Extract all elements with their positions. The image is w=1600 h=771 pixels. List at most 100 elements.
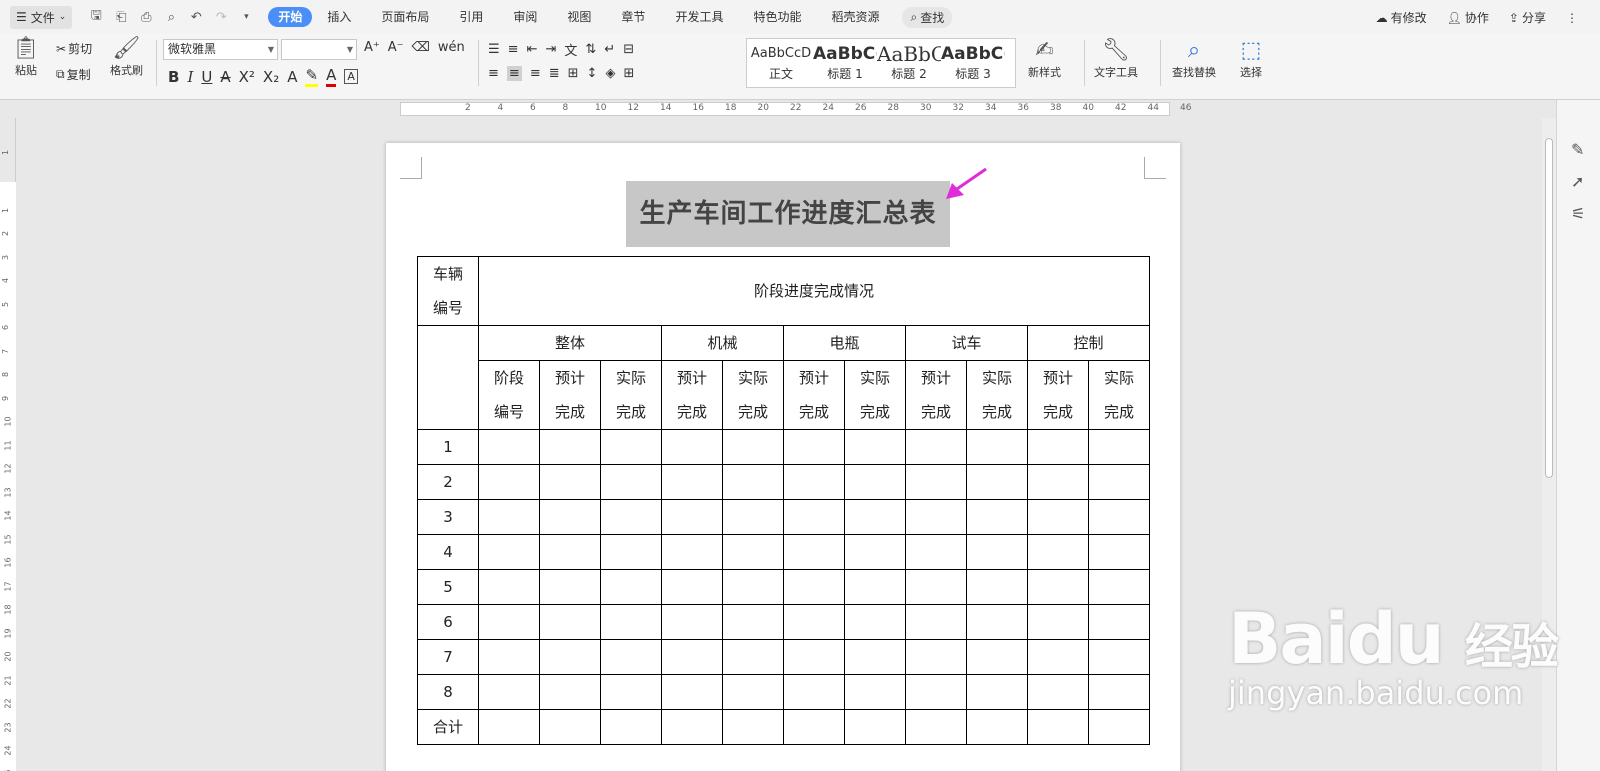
document-page[interactable]: 生产车间工作进度汇总表 车辆 编号 阶段进度完成情况 整体 机械 电瓶 试车 控制…	[386, 143, 1180, 771]
table-ruler-icon[interactable]: ⊟	[623, 42, 634, 57]
table-cell[interactable]	[783, 429, 845, 465]
show-marks-icon[interactable]: ↵	[604, 42, 615, 57]
cursor-icon[interactable]: ➚	[1571, 172, 1584, 191]
group-header[interactable]: 控制	[1027, 325, 1150, 361]
scrollbar-thumb[interactable]	[1545, 138, 1553, 478]
settings-sliders-icon[interactable]: ⚟	[1571, 204, 1585, 223]
row-label[interactable]: 1	[417, 429, 479, 465]
text-effect-icon[interactable]: A	[287, 68, 297, 86]
table-cell[interactable]	[600, 534, 662, 570]
format-painter-button[interactable]: 🖌︎ 格式刷	[110, 38, 143, 78]
font-size-select[interactable]: ▼	[281, 39, 357, 60]
style-heading-1[interactable]: AaBbC( 标题 1	[813, 43, 877, 82]
tab-1[interactable]: 插入	[312, 7, 366, 27]
shading-icon[interactable]: ◈	[605, 66, 615, 81]
table-cell[interactable]	[478, 639, 540, 675]
clear-format-icon[interactable]: ⌫	[412, 40, 430, 55]
table-cell[interactable]	[1088, 464, 1150, 500]
table-cell[interactable]	[600, 709, 662, 745]
group-header[interactable]: 试车	[905, 325, 1028, 361]
style-normal[interactable]: AaBbCcD 正文	[749, 43, 813, 82]
table-cell[interactable]	[600, 674, 662, 710]
table-cell[interactable]	[661, 674, 723, 710]
row-label[interactable]: 合计	[417, 709, 479, 745]
table-cell[interactable]	[478, 429, 540, 465]
table-cell[interactable]	[966, 674, 1028, 710]
table-cell[interactable]	[844, 534, 906, 570]
table-cell[interactable]	[1088, 569, 1150, 605]
table-cell[interactable]	[1027, 709, 1089, 745]
table-cell[interactable]	[478, 499, 540, 535]
table-cell[interactable]	[600, 464, 662, 500]
sub-header-cell[interactable]: 实际 完成	[966, 360, 1028, 430]
distribute-icon[interactable]: ⊞	[568, 66, 579, 81]
row-label[interactable]: 5	[417, 569, 479, 605]
table-cell[interactable]	[722, 709, 784, 745]
table-cell[interactable]	[661, 604, 723, 640]
table-cell[interactable]	[966, 709, 1028, 745]
sub-header-cell[interactable]: 预计 完成	[1027, 360, 1089, 430]
shrink-font-icon[interactable]: A⁻	[388, 40, 404, 55]
table-cell[interactable]	[783, 604, 845, 640]
table-cell[interactable]	[783, 499, 845, 535]
table-cell[interactable]	[1027, 604, 1089, 640]
find-replace-button[interactable]: ⌕ 查找替换	[1172, 40, 1216, 80]
subscript-icon[interactable]: X₂	[263, 68, 279, 86]
table-cell[interactable]	[966, 429, 1028, 465]
table-cell[interactable]	[905, 674, 967, 710]
table-cell[interactable]	[539, 639, 601, 675]
share-button[interactable]: ⇪ 分享	[1509, 9, 1546, 26]
tab-7[interactable]: 开发工具	[660, 7, 738, 27]
bullet-list-icon[interactable]: ☰	[488, 42, 500, 57]
table-cell[interactable]	[966, 639, 1028, 675]
table-cell[interactable]	[783, 464, 845, 500]
table-cell[interactable]	[966, 499, 1028, 535]
table-cell[interactable]	[905, 604, 967, 640]
sub-header-cell[interactable]: 实际 完成	[1088, 360, 1150, 430]
group-header[interactable]: 机械	[661, 325, 784, 361]
text-tools-button[interactable]: 🔧︎ 文字工具	[1094, 40, 1138, 80]
table-cell[interactable]	[478, 534, 540, 570]
export-icon[interactable]: ⎗	[113, 10, 129, 25]
table-cell[interactable]	[478, 709, 540, 745]
table-cell[interactable]	[600, 604, 662, 640]
search-box[interactable]: ⌕ 查找	[902, 6, 953, 28]
table-cell[interactable]	[1027, 534, 1089, 570]
table-cell[interactable]	[478, 464, 540, 500]
table-cell[interactable]	[905, 464, 967, 500]
group-header[interactable]: 整体	[478, 325, 662, 361]
sub-header-cell[interactable]: 实际 完成	[722, 360, 784, 430]
table-cell[interactable]	[722, 499, 784, 535]
table-cell[interactable]	[600, 499, 662, 535]
sort-icon[interactable]: ⇅	[585, 42, 596, 57]
tab-6[interactable]: 章节	[606, 7, 660, 27]
redo-icon[interactable]: ↷	[213, 10, 229, 25]
tab-9[interactable]: 稻壳资源	[816, 7, 894, 27]
progress-table[interactable]: 车辆 编号 阶段进度完成情况 整体 机械 电瓶 试车 控制 阶段 编号 预计 完成 实际完…	[417, 256, 1150, 745]
save-icon[interactable]: 🖫	[88, 6, 104, 28]
style-heading-2[interactable]: AaBbC 标题 2	[877, 43, 941, 82]
table-cell[interactable]	[1027, 569, 1089, 605]
justify-icon[interactable]: ≣	[549, 66, 560, 81]
table-cell[interactable]	[539, 499, 601, 535]
table-cell[interactable]	[966, 604, 1028, 640]
align-right-icon[interactable]: ≡	[530, 66, 541, 81]
table-cell[interactable]	[783, 674, 845, 710]
table-cell[interactable]	[905, 639, 967, 675]
table-cell[interactable]	[783, 534, 845, 570]
increase-indent-icon[interactable]: ⇥	[545, 42, 556, 57]
select-button[interactable]: ⬚ 选择	[1240, 40, 1262, 80]
table-cell[interactable]	[905, 569, 967, 605]
table-cell[interactable]	[844, 709, 906, 745]
table-cell[interactable]	[722, 639, 784, 675]
strikethrough-icon[interactable]: A	[220, 68, 230, 86]
table-cell[interactable]	[905, 429, 967, 465]
table-cell[interactable]	[844, 464, 906, 500]
table-cell[interactable]	[844, 604, 906, 640]
row-label[interactable]: 6	[417, 604, 479, 640]
table-cell[interactable]	[661, 534, 723, 570]
numbered-list-icon[interactable]: ≡	[508, 42, 519, 57]
char-border-icon[interactable]: A	[344, 69, 358, 84]
table-cell[interactable]	[539, 429, 601, 465]
table-cell[interactable]	[844, 499, 906, 535]
